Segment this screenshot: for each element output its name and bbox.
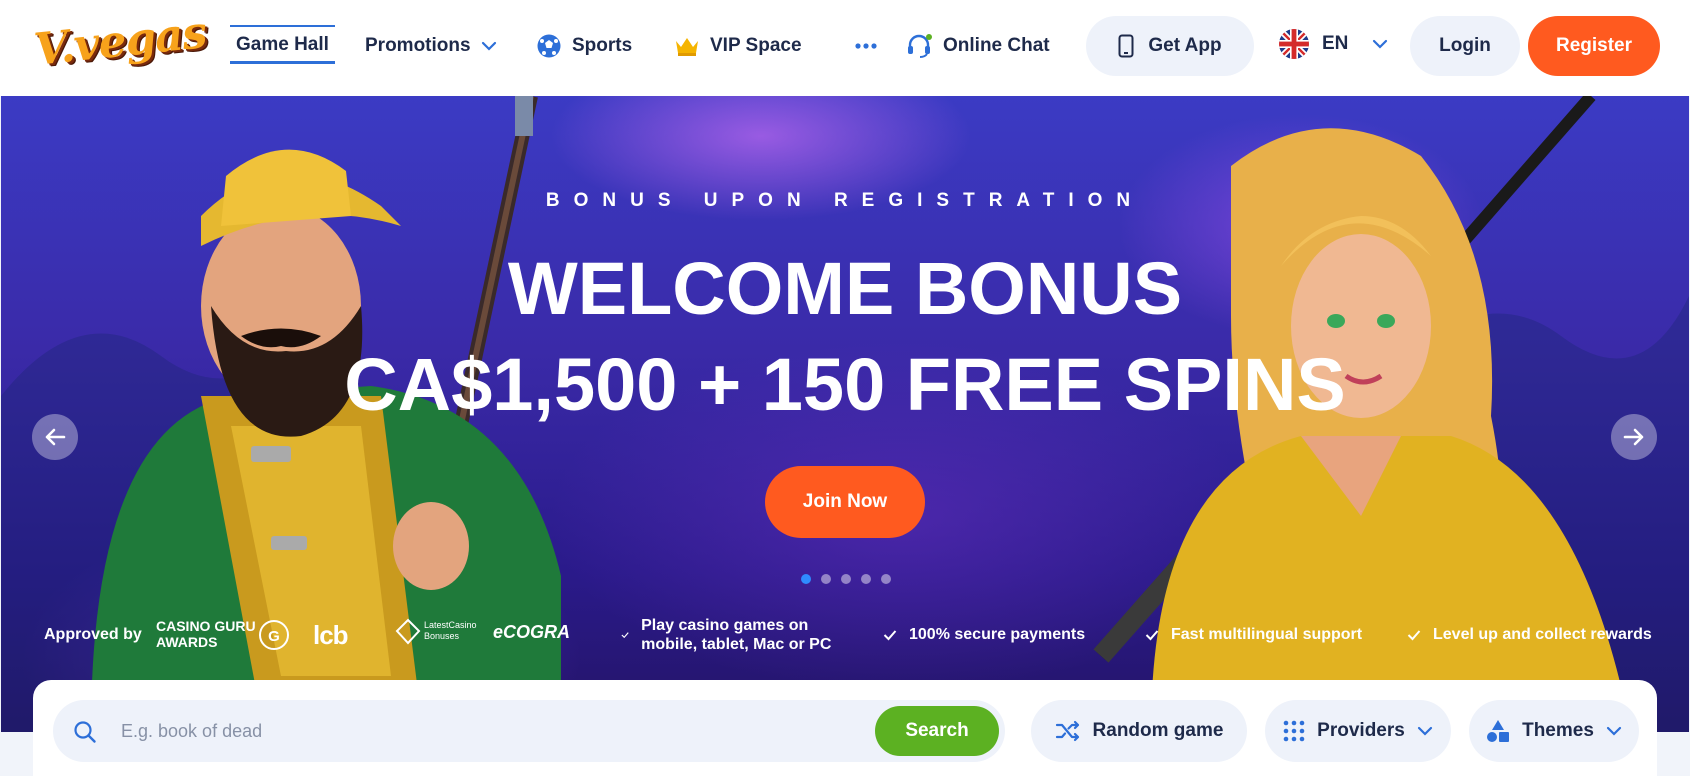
search-button-label: Search [905,720,969,741]
shapes-icon [1487,720,1510,742]
headset-icon [908,34,932,58]
chevron-down-icon [481,41,496,51]
hero-headline: WELCOME BONUS [507,247,1183,330]
nav-game-hall[interactable]: Game Hall [230,25,335,64]
uk-flag-icon [1279,29,1309,59]
nav-sports[interactable]: Sports [536,28,632,64]
svg-text:G: G [268,628,280,645]
search-icon [74,721,96,743]
nav-vip-space[interactable]: VIP Space [674,28,802,64]
themes-label: Themes [1522,720,1594,741]
get-app-button[interactable]: Get App [1086,16,1254,76]
feature-rewards: Level up and collect rewards [1407,610,1652,660]
join-now-label: Join Now [802,491,888,512]
search-button[interactable]: Search [875,706,999,756]
nav-vip-space-label: VIP Space [710,35,802,56]
carousel-dot[interactable] [881,574,891,584]
latest-casino-bonuses-text: LatestCasino Bonuses [424,620,477,641]
check-icon [1407,630,1421,641]
search-bar: Search [53,700,1005,762]
nav-promotions[interactable]: Promotions [365,28,497,64]
providers-dropdown[interactable]: Providers [1265,700,1451,762]
providers-label: Providers [1317,720,1405,741]
crown-icon [676,38,698,56]
feature-secure-payments: 100% secure payments [883,610,1085,660]
feature-text: Level up and collect rewards [1433,626,1652,643]
feature-multilingual-support: Fast multilingual support [1145,610,1362,660]
check-icon [883,630,897,641]
arrow-right-icon [1623,428,1644,446]
shuffle-icon [1055,720,1079,742]
check-icon [621,632,629,639]
ecogra-badge-text: eCOGRA [493,622,571,642]
laurel-icon: G [259,620,289,650]
grid-icon [1283,720,1305,742]
nav-sports-label: Sports [572,35,633,56]
chevron-down-icon [1606,726,1622,736]
game-search-panel: Search Random game Providers Themes [33,680,1657,776]
themes-dropdown[interactable]: Themes [1469,700,1639,762]
latest-casino-bonuses-icon [395,618,421,645]
vvegas-logo[interactable]: V.vegas [28,7,209,80]
register-label: Register [1555,35,1633,56]
carousel-dot[interactable] [821,574,831,584]
site-header: V.vegas Game Hall Promotions Sports VIP … [0,0,1690,96]
ecogra-badge: eCOGRA [493,622,570,643]
logo-text: V.vegas [31,7,209,76]
get-app-label: Get App [1148,35,1222,56]
lcb-badge-text: lcb [313,620,349,650]
chevron-down-icon [1417,726,1432,736]
nav-promotions-label: Promotions [365,35,471,56]
nav-game-hall-label: Game Hall [236,33,329,55]
feature-text: Play casino games on mobile, tablet, Mac… [641,617,832,653]
hero-offer: CA$1,500 + 150 FREE SPINS [344,343,1346,426]
feature-text: Fast multilingual support [1171,626,1363,643]
lcb-badge: lcb [313,620,349,651]
nav-online-chat[interactable]: Online Chat [905,28,1050,64]
search-input[interactable] [121,714,821,748]
check-icon [1145,630,1159,641]
more-dots-icon [855,43,877,49]
mobile-phone-icon [1118,34,1134,58]
carousel-dots [801,574,891,584]
random-game-button[interactable]: Random game [1031,700,1247,762]
feature-multi-device: Play casino games on mobile, tablet, Mac… [621,610,851,660]
hero-eyebrow: BONUS UPON REGISTRATION [545,190,1145,211]
nav-more[interactable] [855,28,877,64]
join-now-button[interactable]: Join Now [765,466,925,538]
chevron-down-icon [1373,39,1388,49]
carousel-dot[interactable] [801,574,811,584]
feature-text: 100% secure payments [909,626,1086,643]
casino-guru-badge: CASINO GURU AWARDS [156,618,256,650]
carousel-dot[interactable] [841,574,851,584]
nav-online-chat-label: Online Chat [943,35,1050,56]
language-label: EN [1322,33,1349,54]
register-button[interactable]: Register [1528,16,1660,76]
random-game-label: Random game [1092,720,1224,741]
casino-guru-badge-text: CASINO GURU AWARDS [156,618,256,650]
arrow-left-icon [45,428,66,446]
soccer-ball-icon [537,34,561,58]
approved-by-label: Approved by [44,626,142,643]
carousel-dot[interactable] [861,574,871,584]
hero-banner: BONUS UPON REGISTRATION WELCOME BONUS CA… [1,96,1689,732]
login-label: Login [1439,35,1491,56]
language-selector[interactable]: EN [1278,26,1388,62]
login-button[interactable]: Login [1410,16,1520,76]
latest-casino-bonuses-badge: LatestCasino Bonuses [424,620,484,642]
